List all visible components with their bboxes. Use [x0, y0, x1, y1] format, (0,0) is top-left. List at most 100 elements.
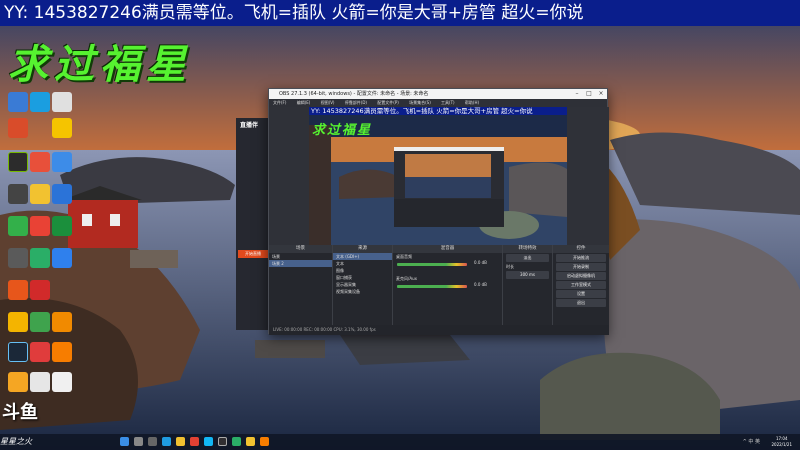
mixer-meter	[397, 285, 467, 288]
obs-icon[interactable]	[218, 437, 227, 446]
obs-titlebar[interactable]: OBS 27.1.3 (64-bit, windows) - 配置文件: 未命名…	[269, 89, 607, 99]
mixer-channel-level: 0.0 dB	[474, 260, 487, 265]
taskbar-clock[interactable]: 17:04 2022/1/21	[771, 436, 792, 448]
clock-date: 2022/1/21	[771, 442, 792, 447]
steam-icon[interactable]	[8, 342, 28, 362]
menu-file[interactable]: 文件(F)	[273, 100, 286, 105]
transitions-header: 转场特效	[503, 245, 552, 253]
edge-icon[interactable]	[162, 437, 171, 446]
player-icon[interactable]	[8, 312, 28, 332]
taskview-icon[interactable]	[148, 437, 157, 446]
source-item[interactable]: 视频采集设备	[333, 288, 392, 295]
douyu-icon[interactable]	[52, 342, 72, 362]
menu-profile[interactable]: 配置文件(P)	[377, 100, 399, 105]
stream-banner: YY: 1453827246满员需等位。飞机=插队 火箭=你是大哥+房管 超火=…	[0, 0, 800, 26]
obs-menubar: 文件(F) 编辑(E) 视图(V) 停靠部件(D) 配置文件(P) 场景集合(S…	[269, 99, 607, 107]
scene-item[interactable]: 场景 2	[269, 260, 332, 267]
doc-icon[interactable]	[30, 372, 50, 392]
start-live-button[interactable]: 开始直播	[238, 250, 268, 258]
orange-icon[interactable]	[52, 312, 72, 332]
search-icon[interactable]	[134, 437, 143, 446]
mixer-dock: 混音器 桌面音频 0.0 dB 麦克风/Aux 0.0 dB	[393, 245, 503, 325]
obs-preview-margin-left	[269, 107, 309, 245]
preview-banner: YY: 1453827246满员需等位。飞机=插队 火箭=你是大哥+房管 超火=…	[309, 107, 567, 115]
chrome-icon[interactable]	[190, 437, 199, 446]
wish-title: 求过福星	[8, 41, 192, 88]
settings-icon[interactable]	[52, 92, 72, 112]
source-item[interactable]: 图像	[333, 267, 392, 274]
file-icon[interactable]	[52, 372, 72, 392]
exit-button[interactable]: 退出	[556, 299, 606, 307]
tool-icon[interactable]	[8, 248, 28, 268]
menu-docks[interactable]: 停靠部件(D)	[345, 100, 367, 105]
obs-window[interactable]: OBS 27.1.3 (64-bit, windows) - 配置文件: 未命名…	[268, 88, 609, 335]
close-icon[interactable]: ×	[595, 89, 607, 99]
scenes-dock: 场景 场景 场景 2	[269, 245, 333, 325]
mixer-meter	[397, 263, 467, 266]
source-item[interactable]: 文本 (GDI+)	[333, 253, 392, 260]
play-icon[interactable]	[8, 216, 28, 236]
nvidia-icon[interactable]	[8, 152, 28, 172]
douyu-icon[interactable]	[260, 437, 269, 446]
sources-dock: 来源 文本 (GDI+) 文本 图像 窗口捕获 显示器采集 视频采集设备	[333, 245, 393, 325]
fire-icon[interactable]	[8, 280, 28, 300]
source-item[interactable]: 窗口捕获	[333, 274, 392, 281]
media-icon[interactable]	[30, 342, 50, 362]
start-icon[interactable]	[120, 437, 129, 446]
system-tray[interactable]: ^ 中 英	[743, 438, 760, 445]
qq-icon[interactable]	[204, 437, 213, 446]
obs-docks: 场景 场景 场景 2 来源 文本 (GDI+) 文本 图像 窗口捕获 显示器采集…	[269, 245, 609, 325]
netease-icon[interactable]	[30, 280, 50, 300]
controls-dock: 控件 开始推流 开始录制 启动虚拟摄像机 工作室模式 设置 退出	[553, 245, 609, 325]
menu-edit[interactable]: 编辑(E)	[297, 100, 311, 105]
mixer-channel-name: 麦克风/Aux	[396, 276, 417, 281]
obs-preview[interactable]: YY: 1453827246满员需等位。飞机=插队 火箭=你是大哥+房管 超火=…	[309, 107, 567, 245]
mixer-header: 混音器	[393, 245, 502, 253]
virtual-camera-button[interactable]: 启动虚拟摄像机	[556, 272, 606, 280]
transitions-dock: 转场特效 淡出 时长 300 ms	[503, 245, 553, 325]
minimize-icon[interactable]: –	[571, 89, 583, 99]
wechat-icon[interactable]	[232, 437, 241, 446]
search-icon[interactable]	[52, 152, 72, 172]
live-helper-logo: 直播伴	[240, 122, 259, 129]
studio-mode-button[interactable]: 工作室模式	[556, 281, 606, 289]
star-tag: 星星之火	[0, 437, 32, 446]
start-recording-button[interactable]: 开始录制	[556, 263, 606, 271]
duration-label: 时长	[506, 264, 514, 269]
menu-tools[interactable]: 工具(T)	[441, 100, 455, 105]
yy-icon[interactable]	[30, 184, 50, 204]
video-icon[interactable]	[52, 118, 72, 138]
preview-wish-title: 求过福星	[312, 123, 373, 138]
maximize-icon[interactable]: □	[583, 89, 595, 99]
source-item[interactable]: 显示器采集	[333, 281, 392, 288]
obs-title: OBS 27.1.3 (64-bit, windows) - 配置文件: 未命名…	[279, 91, 429, 97]
menu-scene-collection[interactable]: 场景集合(S)	[409, 100, 431, 105]
obs-preview-margin-right	[567, 107, 609, 245]
wechat-icon[interactable]	[30, 248, 50, 268]
photo-icon[interactable]	[30, 312, 50, 332]
game-icon[interactable]	[52, 184, 72, 204]
explorer-icon[interactable]	[176, 437, 185, 446]
transition-select[interactable]: 淡出	[506, 254, 549, 262]
controls-header: 控件	[553, 245, 609, 253]
source-item[interactable]: 文本	[333, 260, 392, 267]
start-streaming-button[interactable]: 开始推流	[556, 254, 606, 262]
wegame-icon[interactable]	[8, 372, 28, 392]
folder-icon[interactable]	[8, 184, 28, 204]
mixer-channel-level: 0.0 dB	[474, 282, 487, 287]
obs-status-bar: LIVE: 00:00:00 REC: 00:00:00 CPU: 3.1%, …	[269, 325, 609, 335]
settings-button[interactable]: 设置	[556, 290, 606, 298]
douyu-watermark: 斗鱼	[2, 402, 38, 423]
duration-input[interactable]: 300 ms	[506, 271, 549, 279]
grid-icon[interactable]	[52, 216, 72, 236]
scene-item[interactable]: 场景	[269, 253, 332, 260]
music-icon[interactable]	[30, 152, 50, 172]
store-icon[interactable]	[30, 216, 50, 236]
browser-icon[interactable]	[8, 118, 28, 138]
menu-help[interactable]: 帮助(H)	[465, 100, 479, 105]
yy-icon[interactable]	[246, 437, 255, 446]
app-icon[interactable]	[8, 92, 28, 112]
cloud-icon[interactable]	[52, 248, 72, 268]
menu-view[interactable]: 视图(V)	[321, 100, 335, 105]
chat-icon[interactable]	[30, 92, 50, 112]
